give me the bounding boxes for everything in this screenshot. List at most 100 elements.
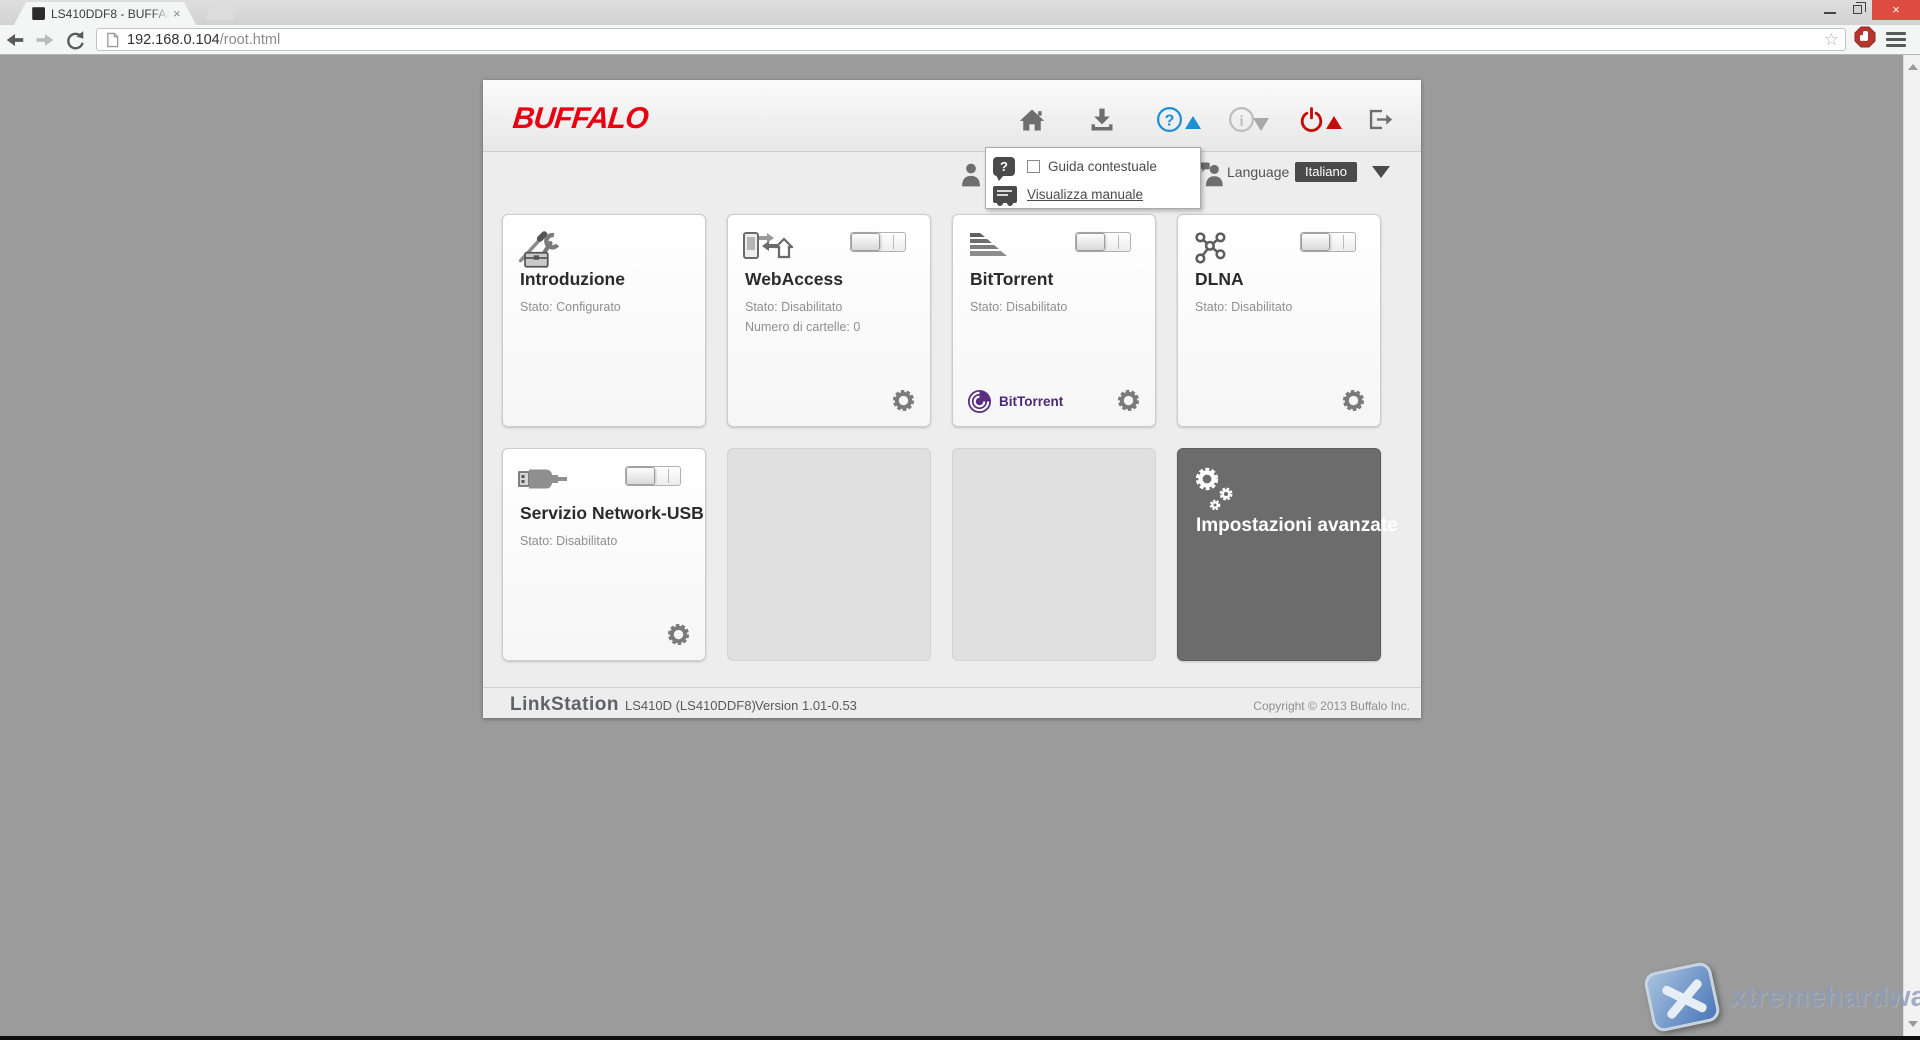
reload-icon xyxy=(64,29,86,51)
card-status: Stato: Disabilitato xyxy=(1195,297,1292,317)
network-nodes-icon xyxy=(1193,231,1231,267)
network-usb-toggle[interactable] xyxy=(625,466,681,486)
bottom-edge xyxy=(0,1036,1920,1040)
power-button[interactable] xyxy=(1298,106,1328,136)
card-empty-slot xyxy=(952,448,1156,661)
language-row: Language Italiano xyxy=(483,152,1421,196)
card-introduzione[interactable]: Introduzione Stato: Configurato xyxy=(502,214,706,427)
svg-text:i: i xyxy=(1239,112,1243,129)
home-icon xyxy=(1018,106,1046,134)
bittorrent-logo: BitTorrent xyxy=(967,389,1063,414)
manual-icon xyxy=(993,186,1017,203)
toolbox-icon xyxy=(518,231,560,271)
tab-title: LS410DDF8 - BUFFALO Lin xyxy=(51,7,169,21)
back-button[interactable] xyxy=(0,27,30,53)
settings-gear-icon[interactable] xyxy=(666,622,691,647)
xtremehardware-badge-icon xyxy=(1643,961,1722,1034)
dlna-toggle[interactable] xyxy=(1300,232,1356,252)
new-tab-button[interactable] xyxy=(205,6,239,20)
model-name: LS410D (LS410DDF8) xyxy=(625,698,756,713)
view-manual-link[interactable]: Visualizza manuale xyxy=(1027,187,1143,202)
browser-tab-bar: LS410DDF8 - BUFFALO Lin × × xyxy=(0,0,1920,25)
language-label: Language xyxy=(1227,164,1289,180)
card-title: Servizio Network-USB xyxy=(520,503,704,524)
bittorrent-toggle[interactable] xyxy=(1075,232,1131,252)
window-minimize-button[interactable] xyxy=(1816,0,1844,20)
card-status: Stato: Disabilitato Numero di cartelle: … xyxy=(745,297,860,337)
forward-button[interactable] xyxy=(30,27,60,53)
tab-close-icon[interactable]: × xyxy=(173,7,181,20)
bookmark-star-icon[interactable]: ☆ xyxy=(1824,31,1839,48)
menu-item-contextual-help[interactable]: ? Guida contestuale xyxy=(993,153,1157,179)
language-icon xyxy=(1199,161,1225,187)
page-icon xyxy=(105,32,120,48)
svg-text:?: ? xyxy=(1165,111,1175,129)
card-empty-slot xyxy=(727,448,931,661)
logout-icon xyxy=(1366,106,1393,133)
browser-tab[interactable]: LS410DDF8 - BUFFALO Lin × xyxy=(14,2,196,25)
download-icon xyxy=(1088,106,1116,134)
scroll-up-arrow-icon[interactable] xyxy=(1908,64,1918,70)
window-restore-button[interactable] xyxy=(1844,0,1872,20)
power-menu-triangle[interactable] xyxy=(1326,116,1342,129)
card-status: Stato: Configurato xyxy=(520,297,621,317)
card-bittorrent[interactable]: BitTorrent Stato: Disabilitato BitTorren… xyxy=(952,214,1156,427)
buffalo-admin-panel: BUFFALO ? xyxy=(483,80,1421,718)
site-favicon xyxy=(32,7,45,20)
webaccess-icon xyxy=(743,231,793,265)
back-icon xyxy=(3,28,27,52)
settings-gear-icon[interactable] xyxy=(1116,388,1141,413)
contextual-help-checkbox[interactable] xyxy=(1027,160,1040,173)
buffalo-logo: BUFFALO xyxy=(511,102,649,136)
page-background: BUFFALO ? xyxy=(0,55,1920,1040)
card-title: DLNA xyxy=(1195,269,1244,290)
extension-button[interactable] xyxy=(1854,26,1876,53)
reload-button[interactable] xyxy=(60,27,90,53)
settings-gear-icon[interactable] xyxy=(891,388,916,413)
window-close-button[interactable]: × xyxy=(1872,0,1920,20)
gears-icon xyxy=(1193,465,1239,513)
card-webaccess[interactable]: WebAccess Stato: Disabilitato Numero di … xyxy=(727,214,931,427)
card-title: BitTorrent xyxy=(970,269,1053,290)
window-controls: × xyxy=(1816,0,1920,20)
browser-toolbar: 192.168.0.104/root.html ☆ xyxy=(0,25,1920,55)
url-host: 192.168.0.104 xyxy=(127,32,220,48)
screen: LS410DDF8 - BUFFALO Lin × × xyxy=(0,0,1920,1040)
torrent-lines-icon xyxy=(968,231,1012,261)
user-icon xyxy=(958,161,984,189)
home-button[interactable] xyxy=(1018,106,1048,136)
bittorrent-swirl-icon xyxy=(967,389,992,414)
webaccess-toggle[interactable] xyxy=(850,232,906,252)
card-status: Stato: Disabilitato xyxy=(970,297,1067,317)
bittorrent-logo-text: BitTorrent xyxy=(999,394,1063,409)
help-button[interactable]: ? xyxy=(1156,106,1186,136)
info-menu-triangle[interactable] xyxy=(1253,118,1269,131)
logout-button[interactable] xyxy=(1366,106,1396,136)
card-status: Stato: Disabilitato xyxy=(520,531,617,551)
panel-header: BUFFALO ? xyxy=(483,80,1421,152)
browser-menu-button[interactable] xyxy=(1886,29,1906,50)
url-path: /root.html xyxy=(220,32,280,48)
card-dlna[interactable]: DLNA Stato: Disabilitato xyxy=(1177,214,1381,427)
firmware-version: Version 1.01-0.53 xyxy=(755,698,857,713)
save-button[interactable] xyxy=(1088,106,1118,136)
address-bar[interactable]: 192.168.0.104/root.html ☆ xyxy=(96,28,1846,51)
power-icon xyxy=(1298,106,1325,133)
card-title: WebAccess xyxy=(745,269,843,290)
language-selected-value[interactable]: Italiano xyxy=(1295,162,1357,182)
menu-item-view-manual[interactable]: Visualizza manuale xyxy=(993,181,1143,207)
forward-icon xyxy=(33,28,57,52)
help-icon: ? xyxy=(1156,106,1183,133)
card-network-usb[interactable]: Servizio Network-USB Stato: Disabilitato xyxy=(502,448,706,661)
watermark: xtremehardware.com xyxy=(1648,967,1920,1027)
linkstation-logo: LinkStation xyxy=(510,694,619,716)
page-scrollbar[interactable] xyxy=(1903,55,1920,1036)
card-advanced-settings[interactable]: Impostazioni avanzate xyxy=(1177,448,1381,661)
copyright-text: Copyright © 2013 Buffalo Inc. xyxy=(1253,699,1410,713)
help-menu-open-triangle[interactable] xyxy=(1185,116,1201,129)
settings-gear-icon[interactable] xyxy=(1341,388,1366,413)
info-icon: i xyxy=(1228,106,1255,133)
question-bubble-icon: ? xyxy=(993,157,1015,176)
stop-hand-icon xyxy=(1854,26,1876,48)
language-dropdown-triangle[interactable] xyxy=(1372,166,1390,178)
